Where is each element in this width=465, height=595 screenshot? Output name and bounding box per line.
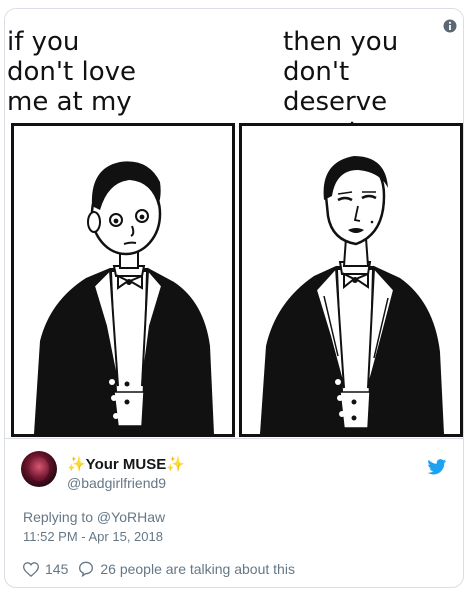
user-handle[interactable]: @badgirlfriend9 bbox=[67, 475, 166, 491]
right-panel-drawing bbox=[239, 123, 463, 437]
meme-image[interactable]: if you don't love me at my then you don'… bbox=[5, 9, 463, 437]
left-caption: if you don't love me at my bbox=[7, 27, 137, 117]
tweet-card: if you don't love me at my then you don'… bbox=[4, 8, 464, 588]
conversation-text: 26 people are talking about this bbox=[100, 561, 295, 577]
speech-bubble-icon bbox=[79, 561, 94, 577]
twitter-bird-icon[interactable] bbox=[427, 459, 447, 475]
like-count: 145 bbox=[45, 561, 69, 577]
timestamp[interactable]: 11:52 PM - Apr 15, 2018 bbox=[23, 529, 163, 544]
heart-icon bbox=[23, 561, 39, 577]
left-panel-drawing bbox=[11, 123, 235, 437]
like-button[interactable]: 145 bbox=[23, 561, 68, 577]
divider bbox=[5, 438, 463, 439]
replying-to[interactable]: Replying to @YoRHaw bbox=[23, 509, 165, 525]
conversation-link[interactable]: 26 people are talking about this bbox=[78, 561, 295, 577]
avatar[interactable] bbox=[21, 451, 57, 487]
display-name[interactable]: ✨Your MUSE✨ bbox=[67, 455, 185, 473]
info-icon[interactable] bbox=[443, 19, 457, 33]
tweet-actions: 145 26 people are talking about this bbox=[23, 557, 305, 581]
